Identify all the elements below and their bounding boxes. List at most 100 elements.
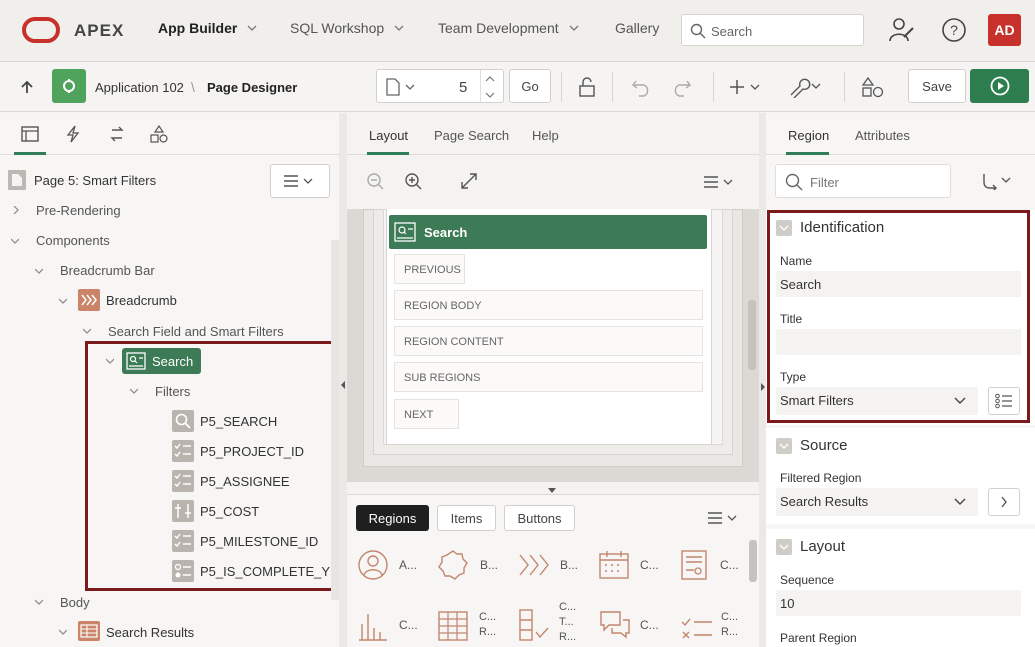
redo-icon[interactable] bbox=[670, 77, 692, 97]
gallery-label: C... R... bbox=[721, 611, 739, 638]
page-header-title[interactable]: Page 5: Smart Filters bbox=[34, 173, 156, 188]
zoom-out-icon[interactable] bbox=[366, 172, 386, 192]
tab-region[interactable]: Region bbox=[788, 128, 829, 143]
nav-gallery[interactable]: Gallery bbox=[615, 20, 659, 36]
property-tabs: Region Attributes bbox=[766, 113, 1035, 155]
source-header[interactable]: Source bbox=[776, 437, 848, 454]
highlight-search-region bbox=[85, 341, 334, 591]
go-to-region-button[interactable] bbox=[988, 488, 1020, 516]
admin-user-icon[interactable] bbox=[888, 17, 916, 43]
property-filter-input[interactable]: Filter bbox=[775, 164, 951, 198]
tree-node-breadcrumb-bar[interactable]: Breadcrumb Bar bbox=[60, 263, 155, 278]
collapsible-region-icon[interactable] bbox=[518, 608, 550, 642]
chevron-down-icon[interactable] bbox=[59, 628, 67, 636]
nav-app-builder[interactable]: App Builder bbox=[158, 20, 257, 36]
nav-sql-workshop[interactable]: SQL Workshop bbox=[290, 20, 404, 36]
report-region-icon bbox=[78, 621, 100, 641]
gallery-menu-icon[interactable] bbox=[708, 512, 738, 524]
drop-zone-sub-regions[interactable]: SUB REGIONS bbox=[394, 362, 703, 392]
run-page-button[interactable] bbox=[970, 69, 1029, 103]
gallery-scrollbar[interactable] bbox=[749, 540, 757, 582]
layout-header[interactable]: Layout bbox=[776, 538, 845, 555]
tree-node-pre-rendering[interactable]: Pre-Rendering bbox=[36, 203, 121, 218]
left-scrollbar[interactable] bbox=[331, 240, 339, 600]
play-icon bbox=[990, 76, 1010, 96]
svg-text:?: ? bbox=[950, 22, 958, 38]
search-region-header[interactable]: Search bbox=[389, 215, 707, 249]
shared-components-tab-icon[interactable] bbox=[150, 125, 168, 143]
up-arrow-icon[interactable] bbox=[19, 79, 35, 95]
sequence-label: Sequence bbox=[780, 573, 835, 587]
breadcrumb-region-icon[interactable] bbox=[518, 549, 550, 581]
classic-report-icon[interactable] bbox=[437, 608, 469, 642]
drop-zone-region-content[interactable]: REGION CONTENT bbox=[394, 326, 703, 356]
go-to-group-icon[interactable] bbox=[982, 172, 1014, 190]
chevron-down-icon[interactable] bbox=[35, 598, 43, 606]
chevron-right-icon[interactable] bbox=[12, 206, 20, 214]
gallery-label: C... R... bbox=[479, 611, 497, 638]
breadcrumb-page-designer: Page Designer bbox=[207, 80, 298, 95]
chevron-down-icon[interactable] bbox=[83, 327, 91, 335]
dynamic-actions-icon[interactable] bbox=[66, 125, 80, 143]
highlight-identification bbox=[767, 210, 1030, 423]
tab-attributes[interactable]: Attributes bbox=[855, 128, 910, 143]
zoom-in-icon[interactable] bbox=[404, 172, 424, 192]
drop-zone-next[interactable]: NEXT bbox=[394, 399, 459, 429]
global-search-input[interactable]: Search bbox=[681, 14, 864, 46]
chevron-down-icon[interactable] bbox=[11, 237, 19, 245]
content-row-icon[interactable] bbox=[680, 608, 714, 642]
canvas-scrollbar[interactable] bbox=[748, 300, 756, 370]
save-button[interactable]: Save bbox=[908, 69, 966, 103]
go-button[interactable]: Go bbox=[509, 69, 551, 103]
rendering-tree-icon[interactable] bbox=[21, 126, 39, 142]
calendar-region-icon[interactable] bbox=[598, 549, 630, 581]
comments-region-icon[interactable] bbox=[598, 608, 632, 642]
sequence-field[interactable]: 10 bbox=[776, 590, 1021, 616]
avatar-region-icon[interactable] bbox=[357, 549, 389, 581]
tree-node-search-results[interactable]: Search Results bbox=[106, 625, 194, 640]
page-number-input[interactable]: 5 bbox=[459, 79, 467, 96]
breadcrumb-separator: \ bbox=[191, 79, 195, 95]
right-splitter[interactable] bbox=[759, 113, 766, 647]
tree-node-search-field-group[interactable]: Search Field and Smart Filters bbox=[108, 324, 284, 339]
shared-components-icon[interactable] bbox=[862, 76, 884, 98]
drop-zone-previous[interactable]: PREVIOUS bbox=[394, 254, 465, 284]
help-icon[interactable]: ? bbox=[941, 17, 967, 43]
gallery-tab-items[interactable]: Items bbox=[437, 505, 496, 531]
apex-logo-icon[interactable] bbox=[22, 17, 60, 43]
cards-region-icon[interactable] bbox=[680, 549, 708, 581]
badge-region-icon[interactable] bbox=[437, 549, 469, 581]
filtered-region-select[interactable]: Search Results bbox=[776, 488, 978, 516]
gallery-tab-buttons[interactable]: Buttons bbox=[504, 505, 575, 531]
page-selector[interactable]: 5 bbox=[376, 69, 504, 103]
nav-team-development[interactable]: Team Development bbox=[438, 20, 579, 36]
tab-help[interactable]: Help bbox=[532, 128, 559, 143]
chevron-down-icon[interactable] bbox=[35, 267, 43, 275]
tab-page-search[interactable]: Page Search bbox=[434, 128, 509, 143]
breadcrumb-application[interactable]: Application 102 bbox=[95, 80, 184, 95]
parent-region-label: Parent Region bbox=[780, 631, 857, 645]
tree-node-components[interactable]: Components bbox=[36, 233, 110, 248]
left-splitter[interactable] bbox=[339, 113, 347, 647]
tree-node-breadcrumb[interactable]: Breadcrumb bbox=[106, 293, 177, 308]
user-avatar[interactable]: AD bbox=[988, 14, 1021, 46]
undo-icon[interactable] bbox=[631, 77, 653, 97]
tab-layout[interactable]: Layout bbox=[369, 128, 408, 143]
search-icon bbox=[785, 173, 803, 191]
page-icon bbox=[8, 170, 26, 190]
tree-node-body[interactable]: Body bbox=[60, 595, 90, 610]
processing-icon[interactable] bbox=[108, 125, 126, 143]
chevron-down-icon[interactable] bbox=[59, 297, 67, 305]
lock-icon[interactable] bbox=[577, 77, 597, 97]
create-menu-icon[interactable] bbox=[730, 78, 762, 96]
gallery-tab-regions[interactable]: Regions bbox=[356, 505, 429, 531]
utilities-wrench-icon[interactable] bbox=[788, 76, 824, 98]
gallery-label: C... T... R... bbox=[559, 601, 577, 643]
drop-zone-region-body[interactable]: REGION BODY bbox=[394, 290, 703, 320]
chart-region-icon[interactable] bbox=[357, 608, 389, 642]
gallery-label: A... bbox=[399, 558, 418, 572]
layout-menu-icon[interactable] bbox=[704, 176, 734, 188]
tree-menu-button[interactable] bbox=[270, 164, 330, 198]
application-icon[interactable] bbox=[52, 69, 86, 103]
expand-icon[interactable] bbox=[461, 173, 477, 189]
